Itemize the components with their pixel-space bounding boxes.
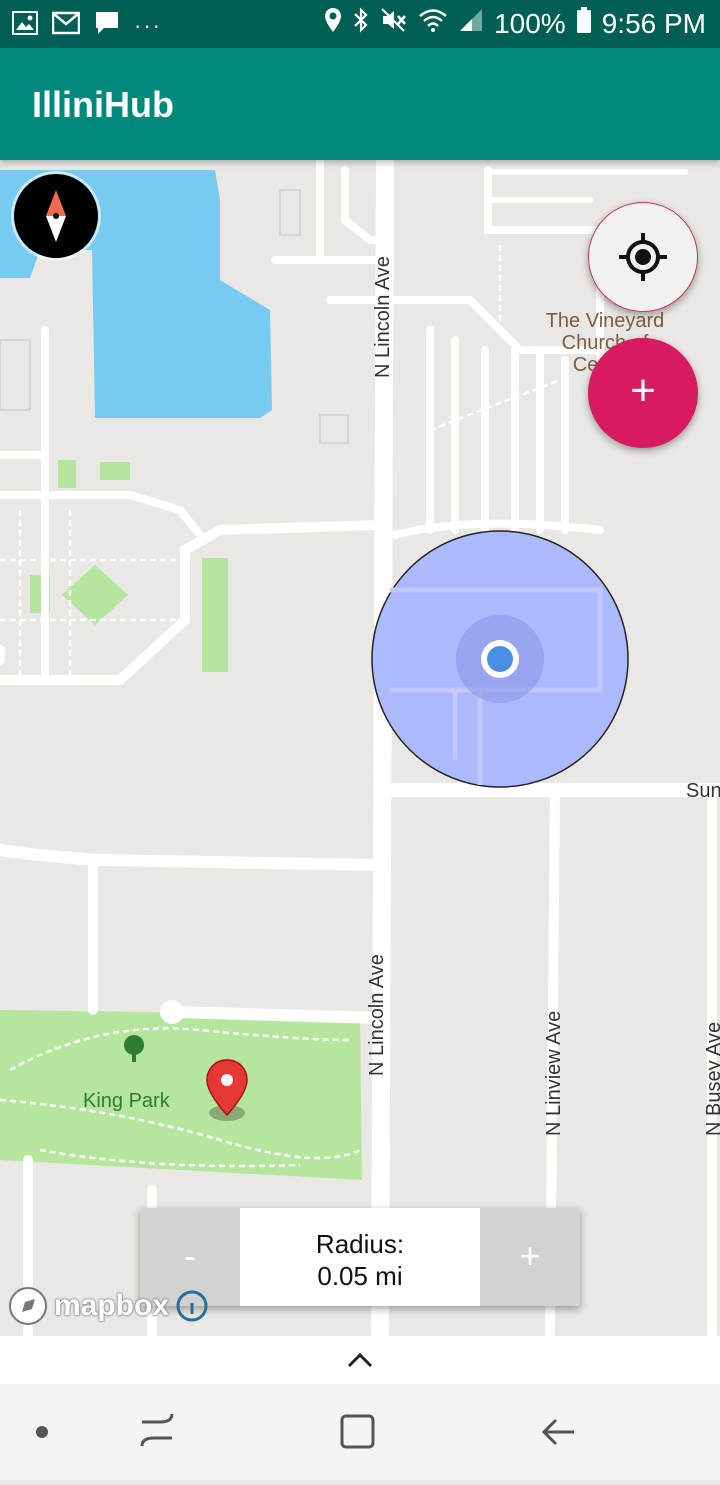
radius-display: Radius: 0.05 mi bbox=[240, 1208, 480, 1306]
map-view[interactable]: The Vineyard Church of Central King Park… bbox=[0, 160, 720, 1336]
roundabout bbox=[160, 1000, 184, 1024]
radius-increase-button[interactable]: + bbox=[480, 1208, 580, 1306]
my-location-button[interactable] bbox=[588, 202, 698, 312]
app-bar: IlliniHub bbox=[0, 48, 720, 160]
mapbox-wordmark: mapbox bbox=[54, 1289, 170, 1322]
app-title: IlliniHub bbox=[32, 84, 174, 125]
marker-pin-hole bbox=[221, 1074, 233, 1086]
king-park-area bbox=[0, 1010, 362, 1180]
crosshair-icon bbox=[619, 233, 667, 281]
mapbox-mark-icon bbox=[9, 1287, 47, 1325]
gmail-icon bbox=[51, 11, 81, 40]
park-strip bbox=[202, 558, 228, 672]
mapbox-logo: mapbox bbox=[8, 1286, 209, 1326]
king-park-label: King Park bbox=[83, 1090, 170, 1112]
street-label-linview: N Linview Ave bbox=[543, 1010, 565, 1136]
park-patch bbox=[58, 460, 76, 488]
recents-icon[interactable] bbox=[140, 1413, 174, 1447]
compass-icon bbox=[46, 190, 66, 242]
street-label-sunset: Sunset bbox=[686, 780, 720, 802]
back-icon[interactable] bbox=[541, 1418, 574, 1446]
park-patch bbox=[100, 462, 130, 480]
street-label-busey: N Busey Ave bbox=[703, 1021, 720, 1136]
clock: 9:56 PM bbox=[601, 7, 706, 39]
compass-button[interactable] bbox=[14, 174, 98, 258]
wifi-icon bbox=[418, 7, 448, 40]
bluetooth-icon bbox=[352, 7, 370, 40]
dot-icon[interactable] bbox=[36, 1426, 48, 1438]
status-bar: ··· 100% 9:56 PM bbox=[0, 0, 720, 48]
bottom-sheet-handle[interactable] bbox=[0, 1336, 720, 1384]
battery-percent: 100% bbox=[494, 7, 566, 39]
info-icon[interactable] bbox=[175, 1289, 209, 1323]
home-icon[interactable] bbox=[340, 1414, 375, 1449]
signal-icon bbox=[458, 7, 484, 40]
add-button[interactable]: + bbox=[588, 338, 698, 448]
nav-icons bbox=[36, 1413, 574, 1449]
radius-value: 0.05 mi bbox=[317, 1261, 403, 1291]
battery-icon bbox=[576, 6, 592, 41]
more-notifications: ··· bbox=[134, 12, 162, 38]
gallery-icon bbox=[12, 11, 38, 40]
radius-label: Radius: bbox=[315, 1229, 405, 1259]
user-location-dot bbox=[487, 646, 513, 672]
street-label-lincoln-bottom: N Lincoln Ave bbox=[366, 954, 388, 1076]
park-diamond bbox=[62, 565, 128, 625]
system-nav-bar bbox=[0, 1384, 720, 1480]
mute-icon bbox=[380, 7, 408, 40]
chevron-up-icon bbox=[347, 1352, 373, 1368]
street-label-lincoln-top: N Lincoln Ave bbox=[372, 256, 394, 378]
location-icon bbox=[324, 7, 342, 40]
message-icon bbox=[94, 10, 120, 41]
